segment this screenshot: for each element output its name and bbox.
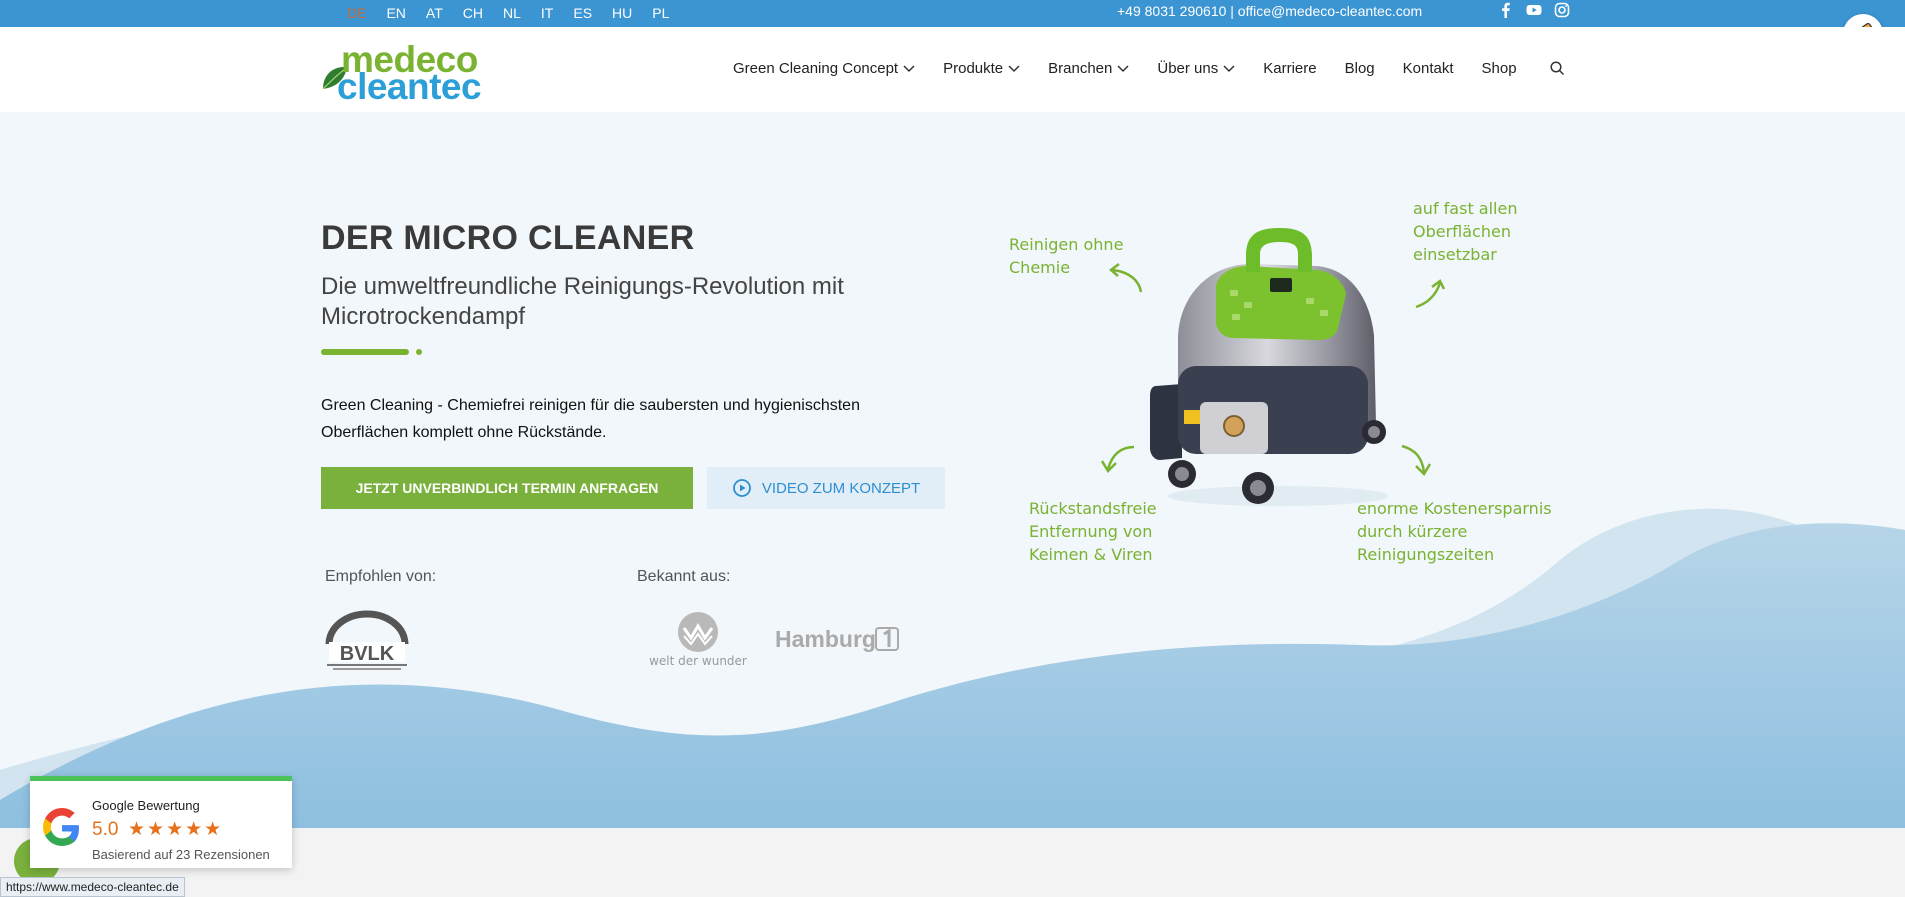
- google-review-widget[interactable]: Google Bewertung 5.0 ★★★★★ Basierend auf…: [30, 776, 292, 868]
- chevron-down-icon: [1223, 64, 1235, 72]
- nav-label: Karriere: [1263, 60, 1317, 77]
- feature-cost-savings: enorme Kostenersparnis durch kürzere Rei…: [1357, 497, 1552, 566]
- nav-label: Shop: [1481, 60, 1517, 77]
- chevron-down-icon: [1008, 64, 1020, 72]
- hero-subtitle: Die umweltfreundliche Reinigungs-Revolut…: [321, 273, 844, 330]
- feature-line: Keimen & Viren: [1029, 545, 1153, 564]
- site-logo[interactable]: medeco cleantec: [322, 39, 513, 107]
- lang-nl[interactable]: NL: [503, 5, 521, 21]
- feature-line: Reinigungszeiten: [1357, 545, 1495, 564]
- google-review-title: Google Bewertung: [92, 798, 200, 813]
- top-bar: DE EN AT CH NL IT ES HU PL +49 8031 2906…: [0, 0, 1905, 27]
- lang-it[interactable]: IT: [541, 5, 553, 21]
- feature-line: durch kürzere: [1357, 522, 1468, 541]
- feature-no-chemicals: Reinigen ohne Chemie: [1009, 233, 1123, 279]
- bvlk-text: BVLK: [340, 643, 395, 665]
- feature-residue-free: Rückstandsfreie Entfernung von Keimen & …: [1029, 497, 1157, 566]
- known-from-label: Bekannt aus:: [637, 568, 731, 585]
- concept-video-button[interactable]: VIDEO ZUM KONZEPT: [707, 467, 945, 509]
- nav-label: Branchen: [1048, 60, 1113, 77]
- youtube-icon[interactable]: [1526, 2, 1542, 18]
- nav-label: Blog: [1344, 60, 1375, 77]
- hero-title: DER MICRO CLEANER: [321, 219, 695, 257]
- arrow-icon: [1100, 445, 1135, 474]
- search-icon: [1550, 61, 1564, 76]
- feature-line: einsetzbar: [1413, 245, 1497, 264]
- nav-label: Kontakt: [1402, 60, 1454, 77]
- lang-ch[interactable]: CH: [463, 5, 483, 21]
- feature-line: Chemie: [1009, 258, 1071, 277]
- lang-at[interactable]: AT: [426, 5, 443, 21]
- title-divider-dot: [416, 349, 422, 355]
- title-divider: [321, 349, 409, 355]
- bvlk-logo: BVLK: [323, 610, 411, 677]
- lang-de[interactable]: DE: [347, 5, 366, 21]
- chevron-down-icon: [1117, 64, 1129, 72]
- feature-line: auf fast allen: [1413, 199, 1518, 218]
- concept-video-label: VIDEO ZUM KONZEPT: [761, 479, 921, 497]
- nav-label: Produkte: [943, 60, 1004, 77]
- feature-line: enorme Kostenersparnis: [1357, 499, 1552, 518]
- search-button[interactable]: [1545, 60, 1565, 77]
- feature-all-surfaces: auf fast allen Oberflächen einsetzbar: [1413, 197, 1517, 266]
- facebook-icon[interactable]: [1498, 2, 1514, 19]
- nav-produkte[interactable]: Produkte: [943, 60, 1020, 77]
- hamburg1-logo: Hamburg: [775, 625, 901, 660]
- site-header: medeco cleantec Green Cleaning Concept P…: [0, 27, 1905, 112]
- nav-karriere[interactable]: Karriere: [1263, 60, 1316, 77]
- feature-line: Rückstandsfreie: [1029, 499, 1157, 518]
- feature-line: Oberflächen: [1413, 222, 1511, 241]
- lang-hu[interactable]: HU: [612, 5, 632, 21]
- main-nav: Green Cleaning Concept Produkte Branchen…: [733, 60, 1565, 77]
- nav-green-cleaning-concept[interactable]: Green Cleaning Concept: [733, 60, 915, 77]
- lang-pl[interactable]: PL: [652, 5, 669, 21]
- request-appointment-button[interactable]: JETZT UNVERBINDLICH TERMIN ANFRAGEN: [321, 467, 693, 509]
- play-circle-icon: [732, 479, 751, 497]
- browser-status-url: https://www.medeco-cleantec.de: [0, 877, 185, 897]
- logo-text-cleantec: cleantec: [337, 66, 482, 107]
- google-review-score: 5.0: [92, 819, 119, 840]
- arrow-icon: [1401, 444, 1432, 477]
- nav-shop[interactable]: Shop: [1482, 60, 1517, 77]
- hero-description: Green Cleaning - Chemiefrei reinigen für…: [321, 397, 860, 441]
- lang-es[interactable]: ES: [573, 5, 592, 21]
- instagram-icon[interactable]: [1554, 2, 1570, 18]
- feature-line: Reinigen ohne: [1009, 235, 1124, 254]
- chevron-down-icon: [903, 64, 915, 72]
- nav-kontakt[interactable]: Kontakt: [1403, 60, 1454, 77]
- recommended-by-label: Empfohlen von:: [325, 568, 437, 585]
- feature-line: Entfernung von: [1029, 522, 1153, 541]
- nav-blog[interactable]: Blog: [1345, 60, 1375, 77]
- arrow-icon: [1415, 279, 1446, 309]
- google-icon: [43, 808, 79, 846]
- welt-der-wunder-logo: welt der wunder: [636, 612, 760, 673]
- social-links: [1498, 2, 1570, 19]
- hamburg-text: Hamburg: [775, 626, 876, 652]
- lang-en[interactable]: EN: [386, 5, 405, 21]
- google-review-count: Basierend auf 23 Rezensionen: [92, 847, 270, 862]
- language-switcher: DE EN AT CH NL IT ES HU PL: [347, 5, 689, 21]
- nav-ueber-uns[interactable]: Über uns: [1157, 60, 1235, 77]
- nav-label: Über uns: [1157, 60, 1219, 77]
- nav-label: Green Cleaning Concept: [733, 60, 899, 77]
- micro-cleaner-product-image: [1148, 226, 1408, 521]
- contact-info[interactable]: +49 8031 290610 | office@medeco-cleantec…: [1117, 3, 1422, 19]
- star-rating-icon: ★★★★★: [128, 819, 224, 840]
- wdw-text: welt der wunder: [649, 654, 747, 668]
- nav-branchen[interactable]: Branchen: [1048, 60, 1129, 77]
